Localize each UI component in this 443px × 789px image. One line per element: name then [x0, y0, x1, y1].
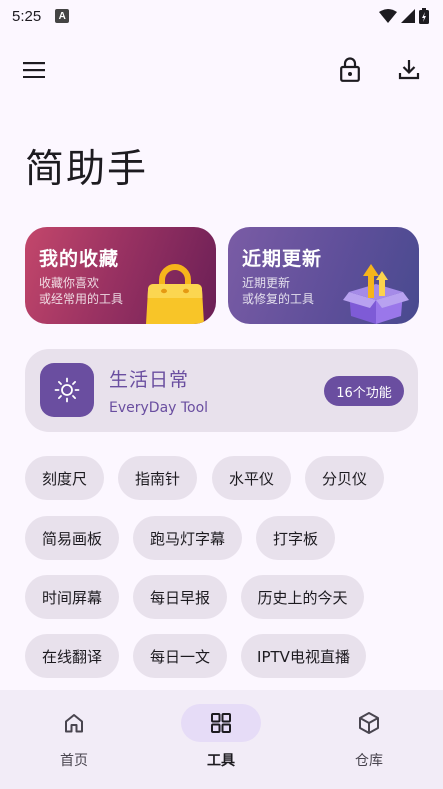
- tool-chip-ruler[interactable]: 刻度尺: [25, 456, 104, 500]
- nav-label-repository: 仓库: [355, 753, 383, 769]
- status-icons: [379, 8, 429, 24]
- favorites-card[interactable]: 我的收藏 收藏你喜欢 或经常用的工具: [25, 227, 216, 324]
- category-subtitle: EveryDay Tool: [109, 400, 209, 416]
- shopping-bag-icon: [146, 264, 204, 324]
- favorites-desc-line2: 或经常用的工具: [39, 292, 124, 306]
- updates-desc-line2: 或修复的工具: [242, 292, 315, 306]
- signal-icon: [401, 9, 415, 23]
- sun-icon: [54, 377, 80, 403]
- favorites-title: 我的收藏: [39, 248, 120, 270]
- tool-chip-clock-screen[interactable]: 时间屏幕: [25, 575, 119, 619]
- updates-desc-line1: 近期更新: [242, 276, 291, 290]
- page-title: 简助手: [25, 147, 149, 192]
- nav-label-tools: 工具: [207, 753, 235, 769]
- tool-chip-level[interactable]: 水平仪: [212, 456, 291, 500]
- updates-desc: 近期更新 或修复的工具: [242, 275, 352, 307]
- tool-chip-decibel[interactable]: 分贝仪: [305, 456, 384, 500]
- top-app-bar: [0, 48, 443, 92]
- tool-chip-translate[interactable]: 在线翻译: [25, 634, 119, 678]
- nav-item-tools[interactable]: 工具: [147, 690, 295, 789]
- nav-pill-home: [34, 704, 114, 742]
- grid-icon: [211, 713, 231, 733]
- notification-icon: A: [55, 9, 70, 23]
- nav-item-home[interactable]: 首页: [0, 690, 148, 789]
- battery-icon: [419, 8, 429, 24]
- category-icon-box: [40, 363, 94, 417]
- menu-icon: [23, 62, 45, 78]
- tool-chip-drawing-board[interactable]: 简易画板: [25, 516, 119, 560]
- tool-chip-typing-board[interactable]: 打字板: [256, 516, 335, 560]
- upgrade-box-icon: [343, 264, 409, 324]
- lock-icon: [340, 56, 360, 82]
- menu-button[interactable]: [20, 56, 48, 84]
- cube-icon: [359, 712, 379, 734]
- download-button[interactable]: [394, 54, 424, 84]
- tool-chip-daily-news[interactable]: 每日早报: [133, 575, 227, 619]
- nav-item-repository[interactable]: 仓库: [295, 690, 443, 789]
- favorites-desc-line1: 收藏你喜欢: [39, 276, 100, 290]
- wifi-icon: [379, 9, 397, 23]
- category-title: 生活日常: [109, 369, 190, 391]
- tool-chip-daily-article[interactable]: 每日一文: [133, 634, 227, 678]
- download-icon: [398, 60, 420, 80]
- updates-title: 近期更新: [242, 248, 323, 270]
- updates-card[interactable]: 近期更新 近期更新 或修复的工具: [228, 227, 419, 324]
- tool-chip-on-this-day[interactable]: 历史上的今天: [241, 575, 364, 619]
- feature-count-badge: 16个功能: [324, 376, 404, 406]
- lock-button[interactable]: [336, 54, 364, 84]
- nav-label-home: 首页: [60, 753, 88, 769]
- bottom-navigation: 首页 工具 仓库: [0, 690, 443, 789]
- status-bar: 5:25 A: [0, 0, 443, 32]
- tool-chip-compass[interactable]: 指南针: [118, 456, 197, 500]
- nav-pill-repository: [329, 704, 409, 742]
- category-daily-life[interactable]: 生活日常 EveryDay Tool 16个功能: [25, 349, 418, 432]
- nav-pill-tools: [181, 704, 261, 742]
- tool-chip-marquee[interactable]: 跑马灯字幕: [133, 516, 242, 560]
- tool-chip-iptv[interactable]: IPTV电视直播: [241, 634, 366, 678]
- status-time: 5:25: [12, 7, 42, 25]
- favorites-desc: 收藏你喜欢 或经常用的工具: [39, 275, 149, 307]
- home-icon: [65, 714, 83, 733]
